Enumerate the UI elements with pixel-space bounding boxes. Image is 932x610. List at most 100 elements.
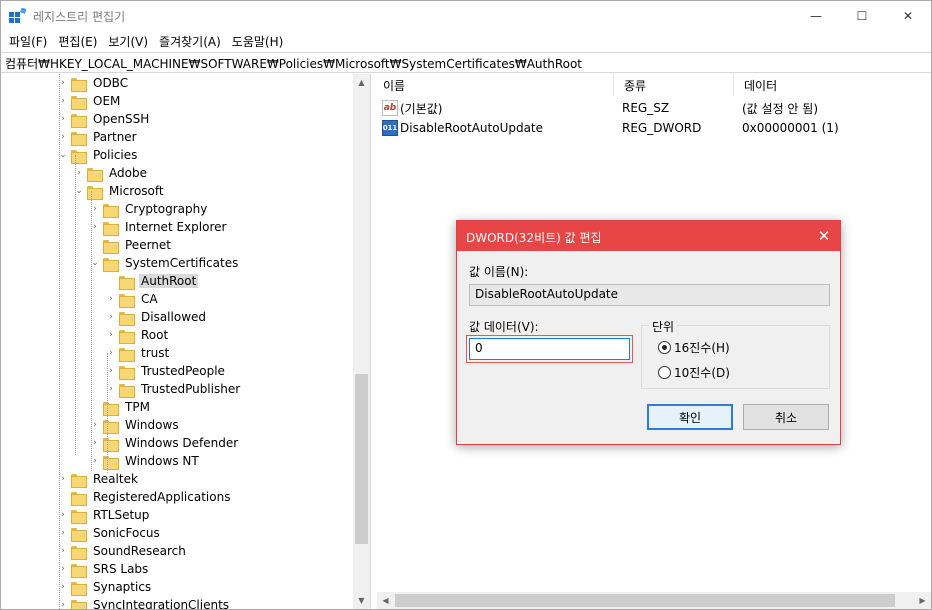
tree-item-label: TPM	[125, 400, 150, 414]
tree-item[interactable]: › SyncIntegrationClients	[55, 596, 231, 609]
menu-file[interactable]: 파일(F)	[5, 31, 54, 51]
tree-item[interactable]: › CA	[103, 290, 160, 308]
tree-item[interactable]: › SRS Labs	[55, 560, 150, 578]
tree-item[interactable]: ⌄ Microsoft	[71, 182, 166, 200]
menu-help[interactable]: 도움말(H)	[228, 31, 291, 51]
scroll-up-arrow-icon[interactable]: ▲	[353, 74, 370, 91]
tree-item[interactable]: › OpenSSH	[55, 110, 151, 128]
chevron-right-icon[interactable]: ›	[87, 434, 103, 452]
scroll-down-arrow-icon[interactable]: ▼	[353, 592, 370, 609]
tree-item-label: Windows	[125, 418, 179, 432]
value-type: REG_SZ	[622, 101, 670, 115]
chevron-right-icon[interactable]: ›	[71, 164, 87, 182]
chevron-right-icon[interactable]: ›	[87, 452, 103, 470]
chevron-right-icon[interactable]: ›	[55, 596, 71, 609]
chevron-right-icon[interactable]: ›	[87, 218, 103, 236]
chevron-right-icon[interactable]: ›	[55, 560, 71, 578]
tree-item[interactable]: › RTLSetup	[55, 506, 151, 524]
tree-item-label: Windows NT	[125, 454, 199, 468]
close-button[interactable]: ✕	[885, 1, 931, 31]
tree-item[interactable]: ⌄ SystemCertificates	[87, 254, 240, 272]
chevron-right-icon[interactable]: ›	[55, 542, 71, 560]
tree-item[interactable]: › trust	[103, 344, 171, 362]
chevron-down-icon[interactable]: ⌄	[55, 146, 71, 164]
column-header-data[interactable]: 데이터	[734, 74, 931, 96]
folder-icon	[71, 599, 87, 609]
chevron-right-icon[interactable]: ›	[103, 290, 119, 308]
chevron-right-icon[interactable]: ›	[55, 578, 71, 596]
tree-item[interactable]: TPM	[87, 398, 152, 416]
chevron-right-icon[interactable]: ›	[55, 74, 71, 92]
tree-item[interactable]: › Root	[103, 326, 170, 344]
minimize-button[interactable]: —	[793, 1, 839, 31]
chevron-right-icon[interactable]: ›	[87, 200, 103, 218]
list-row-default[interactable]: ab (기본값) REG_SZ (값 설정 안 됨)	[373, 98, 818, 118]
scroll-left-arrow-icon[interactable]: ◀	[377, 592, 394, 609]
chevron-right-icon[interactable]: ›	[55, 524, 71, 542]
tree-vertical-scrollbar[interactable]: ▲ ▼	[353, 74, 370, 609]
menu-view[interactable]: 보기(V)	[104, 31, 155, 51]
value-data-input[interactable]: 0	[469, 338, 630, 360]
chevron-right-icon[interactable]: ›	[87, 416, 103, 434]
tree-item-label: Microsoft	[109, 184, 164, 198]
chevron-right-icon[interactable]: ›	[55, 128, 71, 146]
tree-item[interactable]: ⌄ Policies	[55, 146, 139, 164]
tree-guide-line	[59, 74, 60, 609]
menu-favorites[interactable]: 즐겨찾기(A)	[155, 31, 228, 51]
list-scroll-thumb[interactable]	[395, 594, 895, 607]
tree-item[interactable]: RegisteredApplications	[55, 488, 232, 506]
menu-edit[interactable]: 편집(E)	[54, 31, 104, 51]
folder-icon	[87, 167, 103, 182]
tree-item[interactable]: › SoundResearch	[55, 542, 188, 560]
list-row-disablerootautoupdate[interactable]: 011 DisableRootAutoUpdate REG_DWORD 0x00…	[373, 118, 839, 138]
tree-item-label: SonicFocus	[93, 526, 160, 540]
chevron-right-icon[interactable]: ›	[55, 470, 71, 488]
tree-item[interactable]: › TrustedPeople	[103, 362, 227, 380]
radio-decimal[interactable]: 10진수(D)	[658, 364, 730, 381]
chevron-right-icon[interactable]: ›	[55, 110, 71, 128]
folder-icon	[119, 293, 135, 308]
tree-item[interactable]: › Internet Explorer	[87, 218, 228, 236]
tree-item[interactable]: › Windows NT	[87, 452, 201, 470]
ok-button[interactable]: 확인	[647, 404, 733, 430]
tree-item[interactable]: › Cryptography	[87, 200, 209, 218]
tree-item[interactable]: › ODBC	[55, 74, 130, 92]
tree-item[interactable]: › Synaptics	[55, 578, 153, 596]
window-title: 레지스트리 편집기	[33, 10, 126, 24]
tree-item-label: trust	[141, 346, 170, 360]
tree-item[interactable]: › Adobe	[71, 164, 149, 182]
tree-item[interactable]: Peernet	[87, 236, 173, 254]
list-horizontal-scrollbar[interactable]: ◀ ▶	[377, 592, 931, 609]
list-header: 이름 종류 데이터	[373, 74, 931, 96]
radio-hexadecimal[interactable]: 16진수(H)	[658, 339, 730, 356]
folder-icon	[71, 581, 87, 596]
address-bar[interactable]: 컴퓨터₩HKEY_LOCAL_MACHINE₩SOFTWARE₩Policies…	[1, 52, 931, 73]
column-header-type[interactable]: 종류	[614, 74, 734, 96]
chevron-right-icon[interactable]: ›	[103, 326, 119, 344]
chevron-right-icon[interactable]: ›	[55, 506, 71, 524]
tree-item[interactable]: › Disallowed	[103, 308, 208, 326]
chevron-down-icon[interactable]: ⌄	[87, 254, 103, 272]
tree-item[interactable]: › Partner	[55, 128, 139, 146]
scroll-right-arrow-icon[interactable]: ▶	[914, 592, 931, 609]
tree-scroll-thumb[interactable]	[355, 374, 368, 544]
tree-item[interactable]: AuthRoot	[103, 272, 199, 290]
tree-item[interactable]: › TrustedPublisher	[103, 380, 242, 398]
tree-item[interactable]: › SonicFocus	[55, 524, 162, 542]
tree-item[interactable]: › Windows	[87, 416, 181, 434]
chevron-right-icon[interactable]: ›	[103, 344, 119, 362]
column-header-name[interactable]: 이름	[373, 74, 614, 96]
chevron-right-icon[interactable]: ›	[103, 380, 119, 398]
tree-item[interactable]: › Windows Defender	[87, 434, 240, 452]
chevron-down-icon[interactable]: ⌄	[71, 182, 87, 200]
value-data: (값 설정 안 됨)	[742, 101, 819, 116]
dialog-close-button[interactable]: ✕	[809, 221, 839, 251]
chevron-right-icon[interactable]: ›	[103, 308, 119, 326]
tree-item[interactable]: › Realtek	[55, 470, 140, 488]
chevron-right-icon[interactable]: ›	[55, 92, 71, 110]
tree-item[interactable]: › OEM	[55, 92, 122, 110]
cancel-button[interactable]: 취소	[743, 404, 829, 430]
chevron-right-icon[interactable]: ›	[103, 362, 119, 380]
maximize-button[interactable]: ☐	[839, 1, 885, 31]
